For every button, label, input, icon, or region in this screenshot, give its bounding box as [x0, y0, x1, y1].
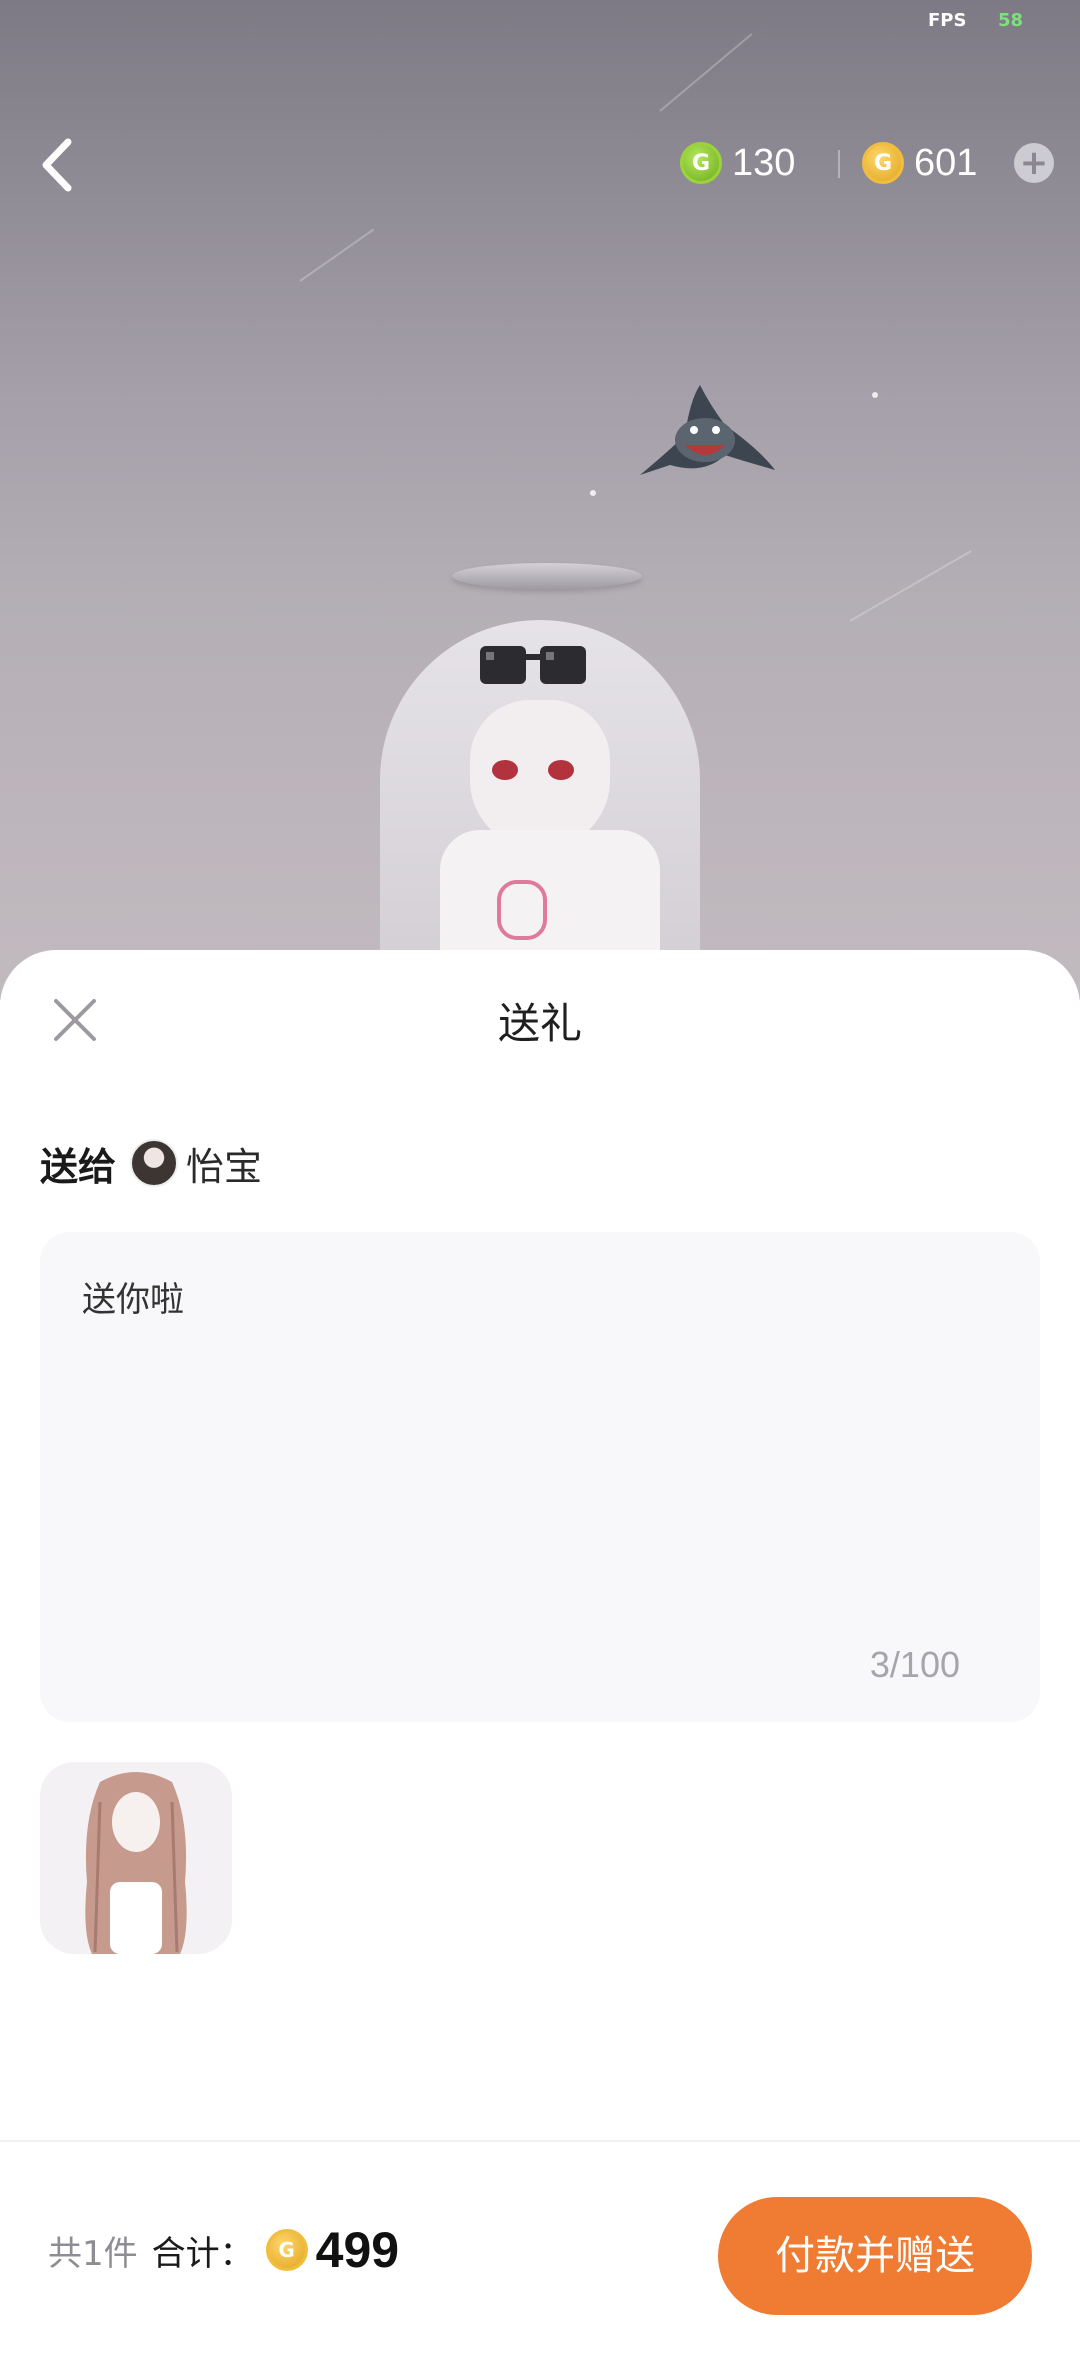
avatar-eye: [548, 760, 574, 780]
chevron-left-icon: [42, 138, 72, 192]
avatar-heart-print: [497, 880, 547, 940]
gift-sheet: 送礼 送给 怡宝 送你啦 3/100 共1件 合计： G 499 付款并赠送: [0, 950, 1080, 2373]
scene-sparkle: [590, 490, 596, 496]
avatar-eye: [492, 760, 518, 780]
gift-item-thumbnail[interactable]: [40, 1762, 232, 1954]
avatar-scene: FPS 58 G 130 G 601 +: [0, 0, 1080, 1000]
sheet-title: 送礼: [497, 999, 582, 1048]
total-price: 499: [315, 2222, 400, 2278]
green-currency-value: 130: [732, 141, 796, 184]
scene-streak: [299, 228, 375, 282]
fps-label: FPS: [928, 10, 967, 31]
pay-and-send-button[interactable]: 付款并赠送: [718, 2197, 1032, 2315]
hair-item-image: [85, 1772, 187, 1954]
recipient-row: 送给 怡宝: [40, 1135, 262, 1191]
green-currency[interactable]: G 130: [680, 138, 795, 188]
back-button[interactable]: [30, 130, 90, 200]
g-coin-icon: G: [265, 2229, 308, 2271]
message-text: 送你啦: [82, 1280, 184, 1320]
recipient-label: 送给: [40, 1144, 117, 1189]
message-input[interactable]: 送你啦 3/100: [40, 1232, 1040, 1722]
gold-currency-value: 601: [914, 141, 978, 184]
scene-streak: [849, 550, 972, 622]
footer-divider: [0, 2140, 1080, 2142]
gold-currency[interactable]: G 601: [862, 138, 977, 188]
recipient-name: 怡宝: [186, 1144, 263, 1189]
scene-sparkle: [872, 392, 878, 398]
scene-streak: [659, 33, 753, 112]
avatar-halo: [452, 563, 642, 589]
g-coin-icon: G: [680, 142, 722, 184]
currency-divider: [838, 150, 840, 178]
char-counter: 3/100: [869, 1644, 960, 1685]
avatar: [130, 1139, 179, 1187]
plus-icon[interactable]: +: [1014, 143, 1054, 183]
fps-value: 58: [998, 10, 1024, 31]
shark-pet: [630, 380, 780, 490]
order-summary: 共1件 合计： G 499: [48, 2220, 399, 2280]
sunglasses-accessory: [480, 646, 586, 684]
total-label: 合计：: [151, 2233, 254, 2274]
item-count: 共1件: [48, 2233, 138, 2274]
g-coin-icon: G: [862, 142, 904, 184]
avatar-face: [470, 700, 610, 850]
